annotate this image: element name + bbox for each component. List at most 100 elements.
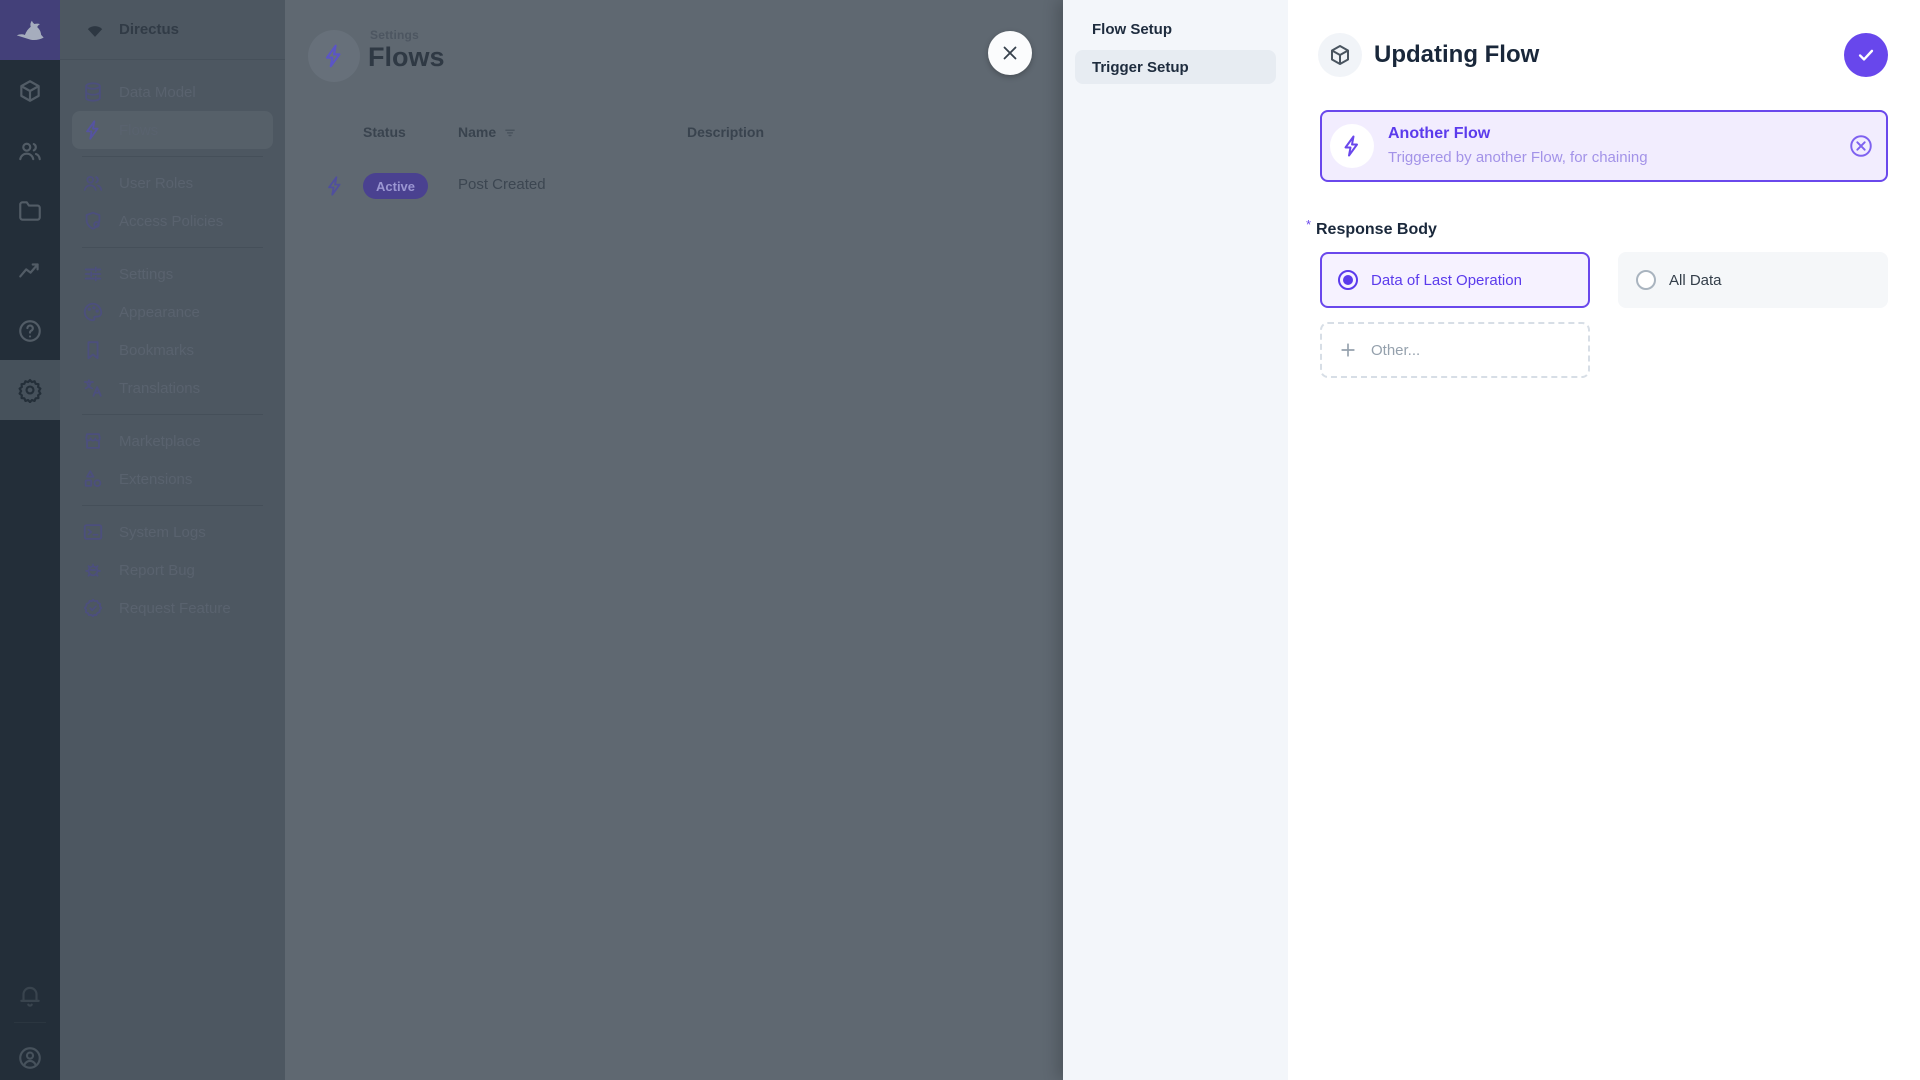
radio-option-label: Data of Last Operation — [1371, 271, 1522, 289]
module-content[interactable] — [0, 61, 60, 121]
other-option-label: Other... — [1371, 341, 1421, 359]
sidebar-item-translations[interactable]: Translations — [72, 369, 273, 407]
drawer-nav-label: Trigger Setup — [1092, 58, 1189, 76]
module-insights[interactable] — [0, 241, 60, 301]
sort-icon[interactable] — [503, 125, 517, 139]
database-icon — [82, 81, 104, 103]
column-header-name[interactable]: Name — [458, 124, 517, 140]
flows-page: Settings Flows Status Name Description A… — [285, 0, 1063, 1080]
gear-icon — [17, 377, 43, 403]
nav-divider — [82, 505, 263, 506]
drawer-nav-flow-setup[interactable]: Flow Setup — [1075, 12, 1276, 46]
folder-icon — [17, 198, 43, 224]
bolt-icon — [1330, 124, 1374, 168]
sidebar-item-request-feature[interactable]: Request Feature — [72, 589, 273, 627]
module-docs[interactable] — [0, 301, 60, 361]
settings-nav-list: Data Model Flows User Roles Access Polic — [60, 61, 285, 627]
bookmark-icon — [82, 339, 104, 361]
drawer-nav: Flow Setup Trigger Setup — [1063, 0, 1288, 1080]
sidebar-item-settings[interactable]: Settings — [72, 255, 273, 293]
drawer-nav-trigger-setup[interactable]: Trigger Setup — [1075, 50, 1276, 84]
radio-option-label: All Data — [1669, 271, 1722, 289]
trigger-type-card[interactable]: Another Flow Triggered by another Flow, … — [1320, 110, 1888, 182]
sidebar-item-label: Marketplace — [119, 432, 201, 450]
flow-name: Post Created — [458, 176, 546, 193]
sidebar-item-bookmarks[interactable]: Bookmarks — [72, 331, 273, 369]
column-header-description: Description — [687, 124, 765, 140]
box-icon — [17, 78, 43, 104]
sidebar-item-report-bug[interactable]: Report Bug — [72, 551, 273, 589]
sidebar-item-label: Access Policies — [119, 212, 224, 230]
bell-icon — [17, 983, 43, 1009]
sidebar-item-marketplace[interactable]: Marketplace — [72, 422, 273, 460]
sidebar-item-label: Data Model — [119, 83, 196, 101]
nav-divider — [82, 247, 263, 248]
tune-icon — [82, 263, 104, 285]
table-row[interactable]: Active Post Created — [285, 168, 1063, 206]
activity-icon — [17, 258, 43, 284]
sidebar-item-access-policies[interactable]: Access Policies — [72, 202, 273, 240]
users-icon — [82, 172, 104, 194]
sidebar-item-label: Request Feature — [119, 599, 231, 617]
rabbit-logo-icon — [12, 12, 48, 48]
sidebar-item-appearance[interactable]: Appearance — [72, 293, 273, 331]
sidebar-item-user-roles[interactable]: User Roles — [72, 164, 273, 202]
other-option-button[interactable]: Other... — [1320, 322, 1590, 378]
terminal-icon — [82, 521, 104, 543]
radio-unchecked-icon — [1636, 270, 1656, 290]
user-menu-button[interactable] — [0, 1028, 60, 1080]
project-name: Directus — [119, 21, 180, 38]
page-icon-circle — [308, 30, 360, 82]
bolt-icon — [321, 43, 347, 69]
app-root: Directus Data Model Flows User Roles Acc… — [0, 0, 1920, 1080]
plus-icon — [1338, 340, 1358, 360]
help-icon — [17, 318, 43, 344]
project-header[interactable]: Directus — [60, 0, 285, 60]
module-bar-divider — [14, 1022, 46, 1023]
required-marker: * — [1306, 217, 1312, 232]
sidebar-item-label: Report Bug — [119, 561, 195, 579]
badge-check-icon — [82, 597, 104, 619]
sidebar-item-label: User Roles — [119, 174, 194, 192]
shapes-icon — [82, 468, 104, 490]
translate-icon — [82, 377, 104, 399]
sidebar-item-label: Bookmarks — [119, 341, 195, 359]
close-icon — [999, 42, 1021, 64]
check-icon — [1855, 44, 1877, 66]
breadcrumb[interactable]: Settings — [370, 28, 419, 42]
users-icon — [17, 138, 43, 164]
sidebar-item-label: Appearance — [119, 303, 200, 321]
user-circle-icon — [17, 1045, 43, 1071]
radio-option-data-of-last-operation[interactable]: Data of Last Operation — [1320, 252, 1590, 308]
drawer-close-button[interactable] — [988, 31, 1032, 75]
radio-checked-icon — [1338, 270, 1358, 290]
column-header-status: Status — [363, 124, 406, 140]
signal-icon — [84, 19, 106, 41]
save-button[interactable] — [1844, 33, 1888, 77]
sidebar-item-label: Extensions — [119, 470, 193, 488]
module-settings[interactable] — [0, 360, 60, 420]
drawer-title-icon-circle — [1318, 33, 1362, 77]
directus-logo-button[interactable] — [0, 0, 60, 60]
package-icon — [1328, 43, 1352, 67]
sidebar-item-extensions[interactable]: Extensions — [72, 460, 273, 498]
bug-icon — [82, 559, 104, 581]
drawer-nav-label: Flow Setup — [1092, 20, 1172, 38]
x-circle-icon[interactable] — [1848, 133, 1874, 159]
radio-option-all-data[interactable]: All Data — [1618, 252, 1888, 308]
sidebar-item-label: System Logs — [119, 523, 206, 541]
notifications-button[interactable] — [0, 966, 60, 1026]
settings-nav-sidebar: Directus Data Model Flows User Roles Acc… — [60, 0, 285, 1080]
drawer-title: Updating Flow — [1374, 41, 1540, 68]
module-files[interactable] — [0, 181, 60, 241]
module-users[interactable] — [0, 121, 60, 181]
sidebar-item-data-model[interactable]: Data Model — [72, 73, 273, 111]
shield-badge-icon — [82, 210, 104, 232]
sidebar-item-flows[interactable]: Flows — [72, 111, 273, 149]
sidebar-item-system-logs[interactable]: System Logs — [72, 513, 273, 551]
bolt-icon — [324, 175, 346, 197]
sidebar-item-label: Translations — [119, 379, 201, 397]
sidebar-item-label: Settings — [119, 265, 174, 283]
trigger-card-title: Another Flow — [1388, 125, 1491, 142]
sidebar-item-label: Flows — [119, 121, 159, 139]
